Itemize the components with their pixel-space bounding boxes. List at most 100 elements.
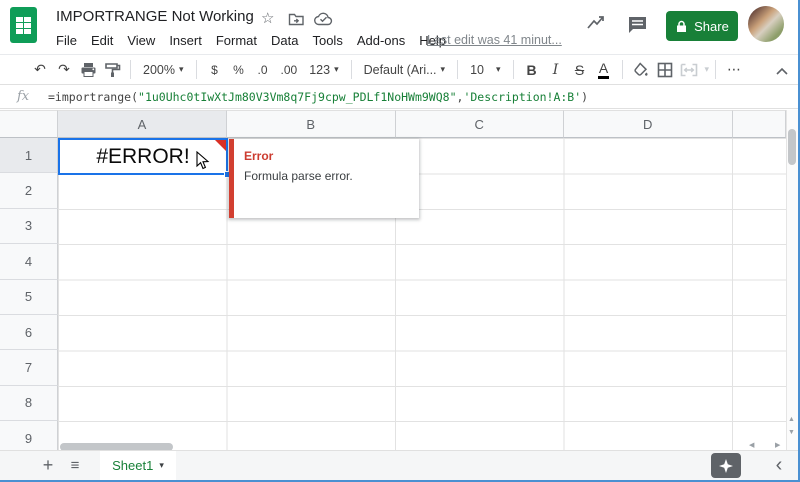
toolbar-separator (195, 60, 197, 79)
fx-icon: fx (17, 89, 30, 104)
activity-trend-icon[interactable] (585, 13, 607, 38)
bold-button[interactable]: B (520, 58, 544, 82)
scroll-left-button[interactable]: ◀ (749, 441, 754, 449)
formula-input[interactable]: =importrange("1u0Uhc0tIwXtJm80V3Vm8q7Fj9… (48, 90, 588, 104)
formula-bar: fx =importrange("1u0Uhc0tIwXtJm80V3Vm8q7… (0, 86, 798, 109)
collapse-toolbar-button[interactable] (772, 61, 792, 81)
cell-a1-value: #ERROR! (96, 144, 190, 168)
menu-file[interactable]: File (49, 30, 84, 52)
undo-button[interactable]: ↶ (28, 58, 52, 82)
column-header-partial[interactable] (732, 110, 786, 138)
chevron-down-icon: ▾ (178, 64, 184, 74)
row-headers: 1 2 3 4 5 6 7 8 9 (0, 138, 58, 450)
chevron-down-icon: ▾ (495, 64, 501, 74)
increase-decimal-button[interactable]: .00 (275, 58, 304, 82)
chevron-down-icon: ▾ (334, 64, 339, 74)
toolbar-separator (715, 60, 717, 79)
italic-button[interactable]: I (544, 58, 568, 82)
mouse-cursor (196, 150, 210, 175)
sheets-logo-icon[interactable] (10, 7, 37, 43)
select-all-corner[interactable] (0, 110, 58, 138)
more-toolbar-button[interactable]: ⋯ (722, 58, 746, 82)
scroll-up-button[interactable]: ▲ (788, 416, 795, 423)
star-icon[interactable]: ☆ (261, 9, 274, 27)
format-currency-button[interactable]: $ (203, 58, 227, 82)
row-header-7[interactable]: 7 (0, 350, 58, 386)
document-title[interactable]: IMPORTRANGE Not Working (56, 8, 254, 25)
menu-bar: File Edit View Insert Format Data Tools … (49, 30, 453, 52)
font-family-select[interactable]: Default (Ari... ▾ (358, 58, 451, 82)
menu-addons[interactable]: Add-ons (350, 30, 412, 52)
number-format-select[interactable]: 123 ▾ (303, 58, 344, 82)
toolbar-separator (621, 60, 623, 79)
cloud-saved-icon[interactable] (314, 12, 333, 31)
print-button[interactable] (76, 58, 100, 82)
grid-cells[interactable] (58, 138, 786, 450)
merge-options-caret[interactable]: ▾ (705, 64, 710, 75)
toolbar-separator (130, 60, 131, 79)
menu-data[interactable]: Data (264, 30, 305, 52)
zoom-select[interactable]: 200% ▾ (137, 58, 190, 82)
last-edit-link[interactable]: Last edit was 41 minut... (427, 33, 562, 47)
move-to-folder-icon[interactable] (288, 12, 305, 32)
menu-tools[interactable]: Tools (305, 30, 349, 52)
share-button-label: Share (694, 18, 729, 34)
sheet-tab-sheet1[interactable]: Sheet1 ▾ (100, 451, 176, 480)
toolbar: ↶ ↷ 200% ▾ $ % .0 .00 123 ▾ Default (Ari..… (0, 55, 798, 85)
column-header-a[interactable]: A (58, 110, 227, 138)
row-header-4[interactable]: 4 (0, 244, 58, 280)
lock-icon (677, 20, 687, 32)
explore-star-icon (719, 458, 733, 473)
bottom-bar: + ≡ Sheet1 ▾ ‹ (0, 450, 798, 480)
top-bar: IMPORTRANGE Not Working ☆ File Edit View… (0, 0, 798, 55)
row-header-6[interactable]: 6 (0, 314, 58, 351)
redo-button[interactable]: ↷ (52, 58, 76, 82)
fill-color-button[interactable] (629, 58, 653, 82)
column-header-b[interactable]: B (227, 110, 396, 138)
menu-format[interactable]: Format (209, 30, 264, 52)
sheet-tab-label: Sheet1 (112, 458, 154, 473)
all-sheets-button[interactable]: ≡ (63, 453, 87, 477)
row-header-5[interactable]: 5 (0, 279, 58, 315)
toolbar-separator (457, 60, 459, 79)
toolbar-separator (350, 60, 352, 79)
error-tooltip-bar (229, 139, 234, 218)
add-sheet-button[interactable]: + (36, 453, 60, 477)
error-corner-marker (215, 140, 226, 151)
scroll-down-button[interactable]: ▼ (788, 429, 795, 436)
google-sheets-window: IMPORTRANGE Not Working ☆ File Edit View… (0, 0, 800, 482)
row-header-3[interactable]: 3 (0, 208, 58, 245)
comment-history-icon[interactable] (627, 15, 648, 39)
show-side-panel-button[interactable]: ‹ (766, 452, 792, 478)
error-tooltip-title: Error (244, 149, 274, 163)
column-headers: A B C D (0, 110, 786, 138)
paint-format-button[interactable] (100, 58, 124, 82)
text-color-button[interactable]: A (592, 58, 616, 82)
vertical-scrollbar-thumb[interactable] (788, 129, 796, 165)
menu-edit[interactable]: Edit (84, 30, 120, 52)
merge-cells-button[interactable] (677, 58, 701, 82)
column-header-d[interactable]: D (564, 110, 733, 138)
column-header-c[interactable]: C (395, 110, 564, 138)
format-percent-button[interactable]: % (227, 58, 251, 82)
row-header-9[interactable]: 9 (0, 421, 58, 450)
toolbar-separator (512, 60, 514, 79)
scroll-right-button[interactable]: ▶ (775, 441, 780, 449)
error-tooltip: Error Formula parse error. (229, 139, 419, 218)
row-header-2[interactable]: 2 (0, 173, 58, 209)
share-button[interactable]: Share (666, 11, 738, 41)
explore-button[interactable] (711, 453, 741, 478)
avatar[interactable] (748, 6, 784, 42)
row-header-1[interactable]: 1 (0, 138, 58, 174)
sheets-logo-grid (16, 17, 31, 34)
decrease-decimal-button[interactable]: .0 (251, 58, 275, 82)
error-tooltip-message: Formula parse error. (244, 169, 353, 183)
menu-view[interactable]: View (120, 30, 162, 52)
font-size-select[interactable]: 10 ▾ (464, 58, 506, 82)
menu-insert[interactable]: Insert (162, 30, 209, 52)
row-header-8[interactable]: 8 (0, 385, 58, 422)
sheet-tab-menu-caret[interactable]: ▾ (159, 460, 164, 471)
borders-button[interactable] (653, 58, 677, 82)
chevron-down-icon: ▾ (440, 64, 446, 74)
strikethrough-button[interactable]: S (568, 58, 592, 82)
